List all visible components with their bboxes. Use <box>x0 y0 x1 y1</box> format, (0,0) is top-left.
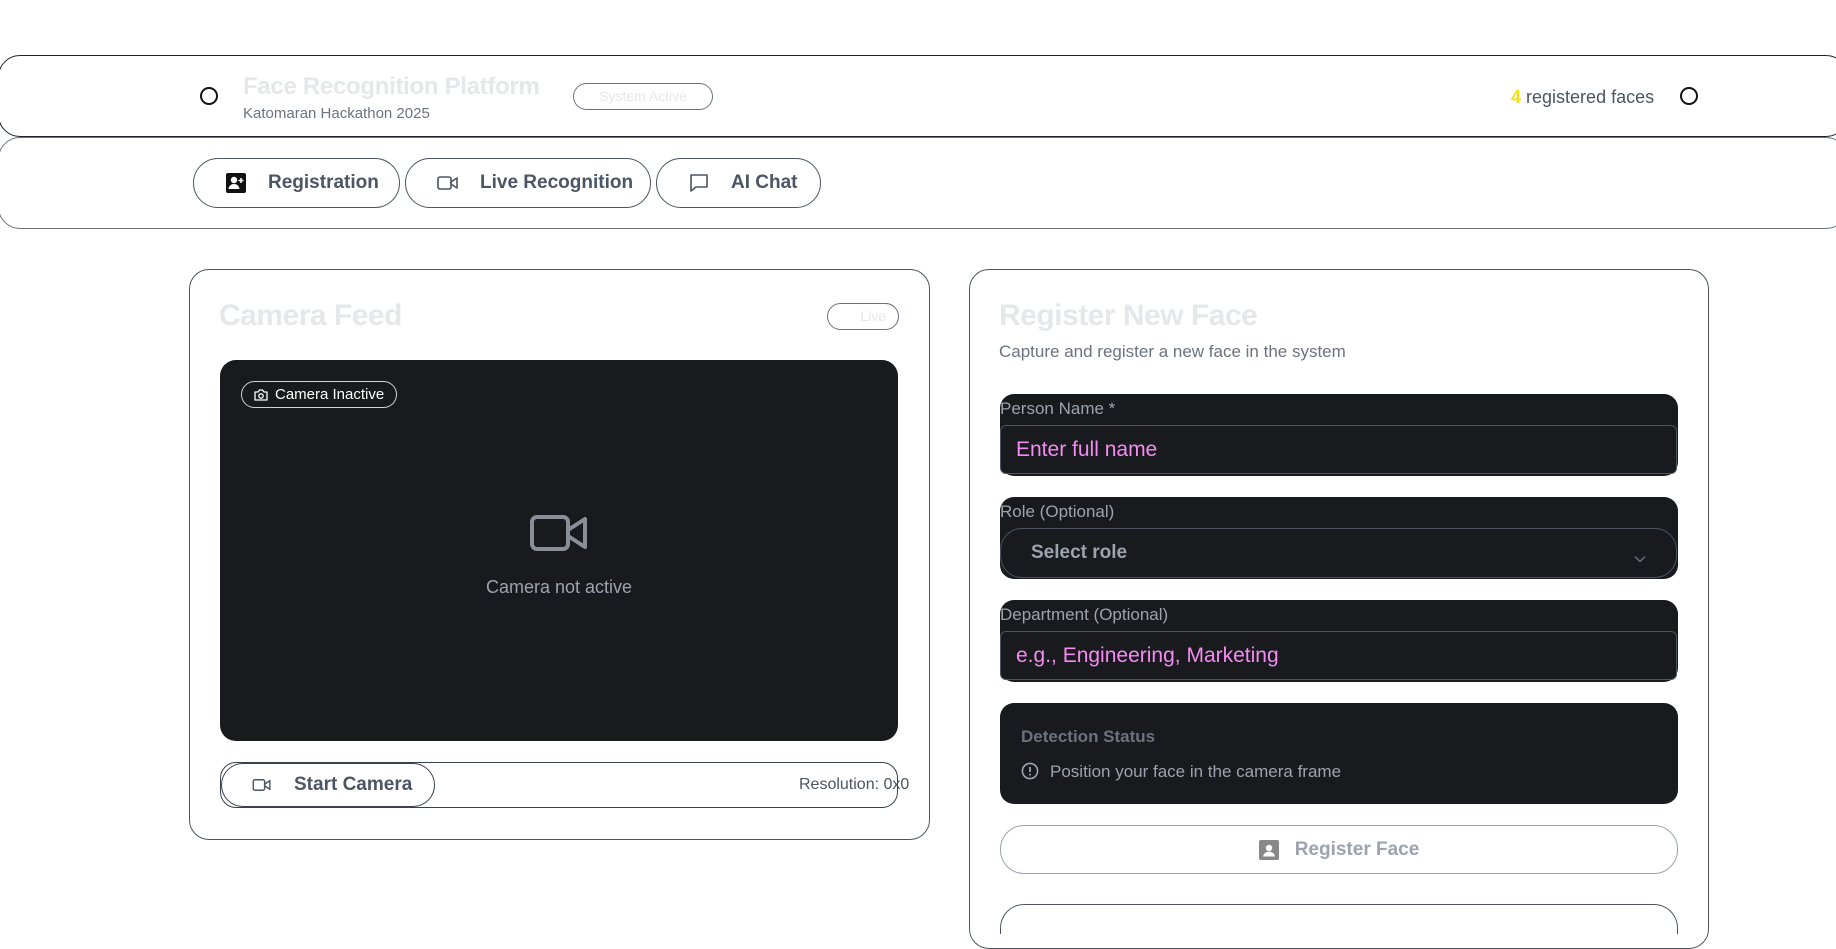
tab-label: AI Chat <box>731 172 798 193</box>
video-off-icon <box>530 512 588 559</box>
start-camera-label: Start Camera <box>294 774 413 795</box>
camera-icon <box>254 388 268 401</box>
circle-icon <box>1680 87 1698 105</box>
registered-count-number: 4 <box>1511 87 1522 107</box>
role-label: Role (Optional) <box>1000 502 1115 521</box>
user-plus-icon <box>224 171 248 195</box>
circle-icon <box>200 87 218 105</box>
alert-circle-icon <box>1021 762 1039 785</box>
video-icon <box>436 171 460 195</box>
camera-status-label: Camera Inactive <box>275 386 385 403</box>
tab-live-recognition[interactable]: Live Recognition <box>405 158 651 208</box>
department-input[interactable]: e.g., Engineering, Marketing <box>1000 631 1677 680</box>
tab-label: Live Recognition <box>480 172 634 193</box>
camera-card-title: Camera Feed <box>219 299 402 332</box>
department-label: Department (Optional) <box>1000 605 1169 624</box>
tab-ai-chat[interactable]: AI Chat <box>656 158 821 208</box>
register-card-subtitle: Capture and register a new face in the s… <box>999 342 1346 361</box>
person-name-input[interactable]: Enter full name <box>1000 425 1677 474</box>
name-label: Person Name * <box>1000 399 1116 418</box>
bottom-panel <box>1000 904 1678 934</box>
register-card-title: Register New Face <box>999 299 1258 332</box>
camera-status-badge: Camera Inactive <box>241 381 398 408</box>
detection-status-title: Detection Status <box>1021 727 1156 746</box>
chevron-down-icon <box>1634 547 1646 569</box>
video-icon <box>252 778 272 792</box>
tab-registration[interactable]: Registration <box>193 158 400 208</box>
app-title: Face Recognition Platform <box>243 73 540 100</box>
role-select[interactable]: Select role <box>1000 528 1677 578</box>
registered-count: 4 registered faces <box>1511 87 1654 108</box>
detection-status-panel <box>1000 703 1678 804</box>
detection-status-text: Position your face in the camera frame <box>1050 762 1342 781</box>
live-badge: Live <box>827 303 899 330</box>
resolution-readout: Resolution: 0x0 <box>799 776 910 793</box>
chat-icon <box>687 171 711 195</box>
system-status-badge: System Active <box>573 83 713 110</box>
role-select-value: Select role <box>1031 542 1128 563</box>
tab-label: Registration <box>268 172 379 193</box>
register-face-label: Register Face <box>1294 838 1420 860</box>
camera-placeholder-text: Camera not active <box>485 577 633 597</box>
start-camera-button[interactable]: Start Camera <box>221 763 435 807</box>
app-subtitle: Katomaran Hackathon 2025 <box>243 105 430 122</box>
registered-count-label: registered faces <box>1526 87 1655 107</box>
register-face-button[interactable]: Register Face <box>1000 825 1678 874</box>
user-icon <box>1258 839 1279 860</box>
